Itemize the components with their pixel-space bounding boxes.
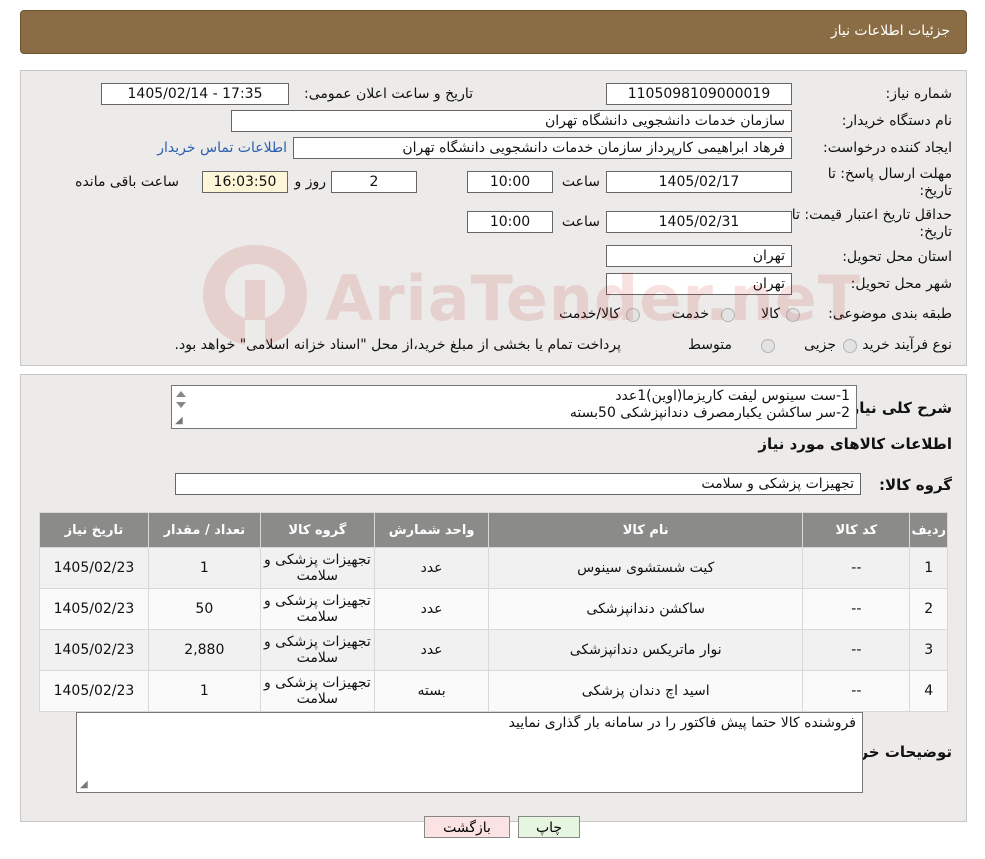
cell-name: کیت شستشوی سینوس: [488, 547, 804, 589]
validity-time-field: 10:00: [467, 211, 553, 233]
category-label: طبقه بندی موضوعی:: [828, 306, 952, 322]
cell-name: اسید اچ دندان پزشکی: [488, 670, 804, 712]
category-radio-goods-service[interactable]: [626, 308, 640, 322]
city-label: شهر محل تحویل:: [850, 276, 952, 292]
resize-grip-icon[interactable]: ◢: [175, 416, 183, 426]
cell-code: --: [802, 629, 911, 671]
goods-group-label: گروه کالا:: [879, 476, 952, 494]
print-button[interactable]: چاپ: [518, 816, 580, 838]
table-row: 3 -- نوار ماتریکس دندانپزشکی عدد تجهیزات…: [39, 629, 948, 671]
days-field: 2: [331, 171, 417, 193]
summary-textarea[interactable]: 1-ست سینوس لیفت کاریزما(اوین)1عدد 2-سر س…: [171, 385, 857, 429]
summary-line-1: 1-ست سینوس لیفت کاریزما(اوین)1عدد: [615, 388, 850, 404]
request-info-panel: شماره نیاز: 1105098109000019 تاریخ و ساع…: [20, 70, 967, 366]
validity-time-label: ساعت: [561, 214, 600, 230]
summary-line-2: 2-سر ساکشن یکبارمصرف دندانپزشکی 50بسته: [569, 405, 850, 421]
province-label: استان محل تحویل:: [842, 249, 952, 265]
province-field: تهران: [606, 245, 792, 267]
buyer-notes-text: فروشنده کالا حتما پیش فاکتور را در سامان…: [508, 715, 856, 731]
col-date-header: تاریخ نیاز: [39, 512, 149, 548]
process-option-medium: متوسط: [688, 337, 732, 353]
back-button[interactable]: بازگشت: [424, 816, 510, 838]
cell-code: --: [802, 670, 911, 712]
resize-grip-icon[interactable]: ◢: [80, 780, 88, 790]
cell-name: نوار ماتریکس دندانپزشکی: [488, 629, 804, 671]
validity-label: حداقل تاریخ اعتبار قیمت: تا تاریخ:: [791, 207, 952, 240]
cell-row: 4: [909, 670, 948, 712]
creator-label: ایجاد کننده درخواست:: [823, 140, 952, 156]
remaining-time-field: 16:03:50: [202, 171, 288, 193]
buyer-org-field: سازمان خدمات دانشجویی دانشگاه تهران: [231, 110, 792, 132]
page-header: جزئیات اطلاعات نیاز: [20, 10, 967, 54]
deadline-date-field: 1405/02/17: [606, 171, 792, 193]
goods-table: ردیف کد کالا نام کالا واحد شمارش گروه کا…: [39, 512, 948, 712]
process-radio-medium[interactable]: [761, 339, 775, 353]
process-note: پرداخت تمام یا بخشی از مبلغ خرید،از محل …: [174, 337, 621, 353]
cell-code: --: [802, 547, 911, 589]
table-header-row: ردیف کد کالا نام کالا واحد شمارش گروه کا…: [39, 512, 948, 548]
cell-code: --: [802, 588, 911, 630]
process-radio-minor[interactable]: [843, 339, 857, 353]
cell-row: 2: [909, 588, 948, 630]
buyer-notes-textarea[interactable]: فروشنده کالا حتما پیش فاکتور را در سامان…: [76, 712, 863, 793]
cell-qty: 1: [147, 670, 261, 712]
need-number-field: 1105098109000019: [606, 83, 792, 105]
col-code-header: کد کالا: [802, 512, 911, 548]
need-number-label: شماره نیاز:: [885, 86, 953, 102]
col-group-header: گروه کالا: [259, 512, 375, 548]
goods-group-field: تجهیزات پزشکی و سلامت: [175, 473, 861, 495]
scroll-down-icon[interactable]: [176, 402, 186, 408]
remaining-label: ساعت باقی مانده: [75, 174, 179, 190]
cell-qty: 1: [147, 547, 261, 589]
cell-group: تجهیزات پزشکی و سلامت: [259, 547, 375, 589]
details-panel: شرح کلی نیاز: 1-ست سینوس لیفت کاریزما(او…: [20, 374, 967, 822]
table-row: 2 -- ساکشن دندانپزشکی عدد تجهیزات پزشکی …: [39, 588, 948, 630]
cell-date: 1405/02/23: [39, 629, 149, 671]
days-label: روز و: [294, 174, 327, 190]
deadline-time-label: ساعت: [561, 174, 600, 190]
scroll-up-icon[interactable]: [176, 391, 186, 397]
category-option-service: خدمت: [671, 306, 709, 322]
table-row: 4 -- اسید اچ دندان پزشکی بسته تجهیزات پز…: [39, 670, 948, 712]
process-label: نوع فرآیند خرید :: [853, 337, 952, 353]
creator-field: فرهاد ابراهیمی کارپرداز سازمان خدمات دان…: [293, 137, 792, 159]
cell-name: ساکشن دندانپزشکی: [488, 588, 804, 630]
deadline-time-field: 10:00: [467, 171, 553, 193]
category-radio-goods[interactable]: [786, 308, 800, 322]
buyer-contact-link[interactable]: اطلاعات تماس خریدار: [157, 140, 287, 156]
col-name-header: نام کالا: [488, 512, 804, 548]
cell-unit: عدد: [373, 547, 490, 589]
cell-group: تجهیزات پزشکی و سلامت: [259, 588, 375, 630]
cell-row: 3: [909, 629, 948, 671]
cell-date: 1405/02/23: [39, 670, 149, 712]
col-unit-header: واحد شمارش: [373, 512, 490, 548]
cell-row: 1: [909, 547, 948, 589]
cell-group: تجهیزات پزشکی و سلامت: [259, 670, 375, 712]
cell-unit: بسته: [373, 670, 490, 712]
validity-date-field: 1405/02/31: [606, 211, 792, 233]
cell-unit: عدد: [373, 588, 490, 630]
announce-field: 1405/02/14 - 17:35: [101, 83, 289, 105]
process-option-minor: جزیی: [804, 337, 836, 353]
cell-date: 1405/02/23: [39, 588, 149, 630]
category-radio-service[interactable]: [721, 308, 735, 322]
col-qty-header: تعداد / مقدار: [147, 512, 261, 548]
col-row-header: ردیف: [909, 512, 948, 548]
cell-qty: 50: [147, 588, 261, 630]
cell-date: 1405/02/23: [39, 547, 149, 589]
cell-group: تجهیزات پزشکی و سلامت: [259, 629, 375, 671]
table-row: 1 -- کیت شستشوی سینوس عدد تجهیزات پزشکی …: [39, 547, 948, 589]
category-option-goods: کالا: [761, 306, 780, 322]
announce-label: تاریخ و ساعت اعلان عمومی:: [304, 86, 473, 102]
category-option-goods-service: کالا/خدمت: [559, 306, 620, 322]
cell-unit: عدد: [373, 629, 490, 671]
summary-label: شرح کلی نیاز:: [844, 399, 952, 417]
goods-info-title: اطلاعات کالاهای مورد نیاز: [758, 435, 952, 453]
page-title: جزئیات اطلاعات نیاز: [830, 23, 950, 39]
deadline-label: مهلت ارسال پاسخ: تا تاریخ:: [827, 166, 952, 199]
cell-qty: 2,880: [147, 629, 261, 671]
buyer-org-label: نام دستگاه خریدار:: [841, 113, 952, 129]
city-field: تهران: [606, 273, 792, 295]
